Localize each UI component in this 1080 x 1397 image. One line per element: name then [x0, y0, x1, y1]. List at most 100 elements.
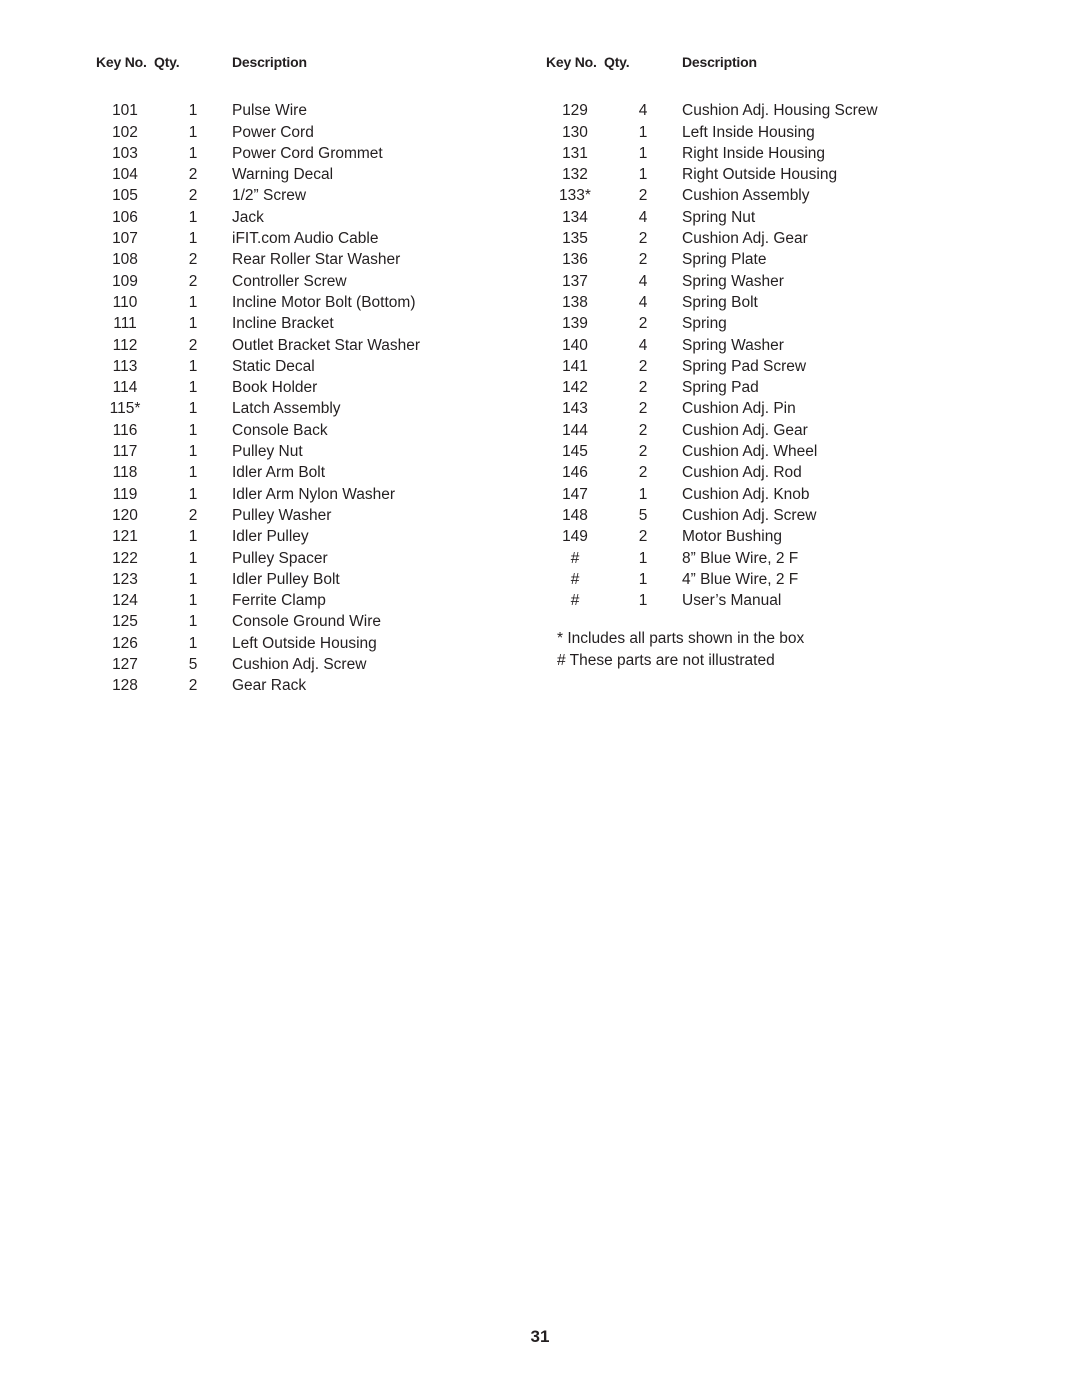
cell-qty: 2	[638, 400, 648, 418]
table-row: 125 1 Console Ground Wire	[96, 611, 546, 632]
table-header-row: Key No. Qty. Description	[96, 52, 546, 100]
cell-description: Left Outside Housing	[232, 634, 377, 652]
cell-key-no: 110	[112, 293, 138, 311]
cell-qty: 1	[188, 230, 198, 248]
cell-description: Warning Decal	[232, 166, 334, 184]
cell-key-no: 120	[112, 506, 138, 524]
cell-key-no: 102	[112, 123, 138, 141]
parts-list-columns: Key No. Qty. Description 101 1 Pulse Wire 1…	[0, 52, 1080, 714]
cell-description: Cushion Adj. Wheel	[682, 443, 818, 461]
cell-key-no: 121	[112, 528, 138, 546]
cell-qty: 2	[638, 443, 648, 461]
table-row: #1 8” Blue Wire, 2 F	[546, 548, 996, 569]
cell-qty: 2	[638, 230, 648, 248]
cell-description: 8” Blue Wire, 2 F	[682, 549, 799, 567]
cell-qty: 1	[188, 421, 198, 439]
cell-description: Pulley Spacer	[232, 549, 328, 567]
parts-list-page: Key No. Qty. Description 101 1 Pulse Wire 1…	[0, 0, 1080, 1397]
cell-qty: 1	[188, 379, 198, 397]
table-row: 124 1 Ferrite Clamp	[96, 590, 546, 611]
cell-key-no: 117	[112, 443, 138, 461]
table-row: 127 5 Cushion Adj. Screw	[96, 654, 546, 675]
column-header-qty: Qty.	[154, 54, 180, 70]
cell-description: Book Holder	[232, 379, 318, 397]
cell-description: Power Cord	[232, 123, 314, 141]
cell-description: Cushion Adj. Knob	[682, 485, 810, 503]
page-number: 31	[530, 1327, 550, 1346]
table-row: 105 2 1/2” Screw	[96, 185, 546, 206]
cell-key-no: 129	[562, 102, 588, 120]
table-row: 148 5 Cushion Adj. Screw	[546, 505, 996, 526]
table-row: 107 1 iFIT.com Audio Cable	[96, 228, 546, 249]
table-row: 113 1 Static Decal	[96, 356, 546, 377]
cell-qty: 5	[188, 656, 198, 674]
cell-description: Spring Plate	[682, 251, 767, 269]
cell-qty: 1	[188, 549, 198, 567]
cell-qty: 1	[638, 123, 648, 141]
cell-description: Console Ground Wire	[232, 613, 382, 631]
table-row: #1 User’s Manual	[546, 590, 996, 611]
table-row: 139 2 Spring	[546, 313, 996, 334]
cell-description: Spring	[682, 315, 727, 333]
table-row: 131 1 Right Inside Housing	[546, 143, 996, 164]
cell-description: User’s Manual	[682, 592, 782, 610]
cell-key-no: 105	[112, 187, 138, 205]
cell-qty: 1	[188, 634, 198, 652]
column-header-description: Description	[232, 54, 307, 70]
footnotes-right: * Includes all parts shown in the box # T…	[546, 628, 996, 671]
table-row: 136 2 Spring Plate	[546, 249, 996, 270]
cell-description: Gear Rack	[232, 677, 307, 695]
cell-description: Cushion Adj. Gear	[682, 230, 808, 248]
cell-description: Spring Pad	[682, 379, 759, 397]
table-row: 135 2 Cushion Adj. Gear	[546, 228, 996, 249]
cell-qty: 1	[188, 485, 198, 503]
table-row: 132 1 Right Outside Housing	[546, 164, 996, 185]
cell-qty: 1	[638, 485, 648, 503]
table-row: 101 1 Pulse Wire	[96, 100, 546, 121]
cell-key-no: 133*	[559, 187, 591, 205]
parts-table-right: Key No. Qty. Description 129 4 Cushion Adj…	[546, 52, 996, 611]
cell-key-no: 141	[562, 357, 588, 375]
cell-qty: 1	[188, 123, 198, 141]
cell-qty: 1	[188, 144, 198, 162]
cell-qty: 2	[638, 187, 648, 205]
table-row: 112 2 Outlet Bracket Star Washer	[96, 335, 546, 356]
table-row: 114 1 Book Holder	[96, 377, 546, 398]
cell-key-no: 114	[112, 379, 138, 397]
table-row: 145 2 Cushion Adj. Wheel	[546, 441, 996, 462]
cell-key-no: 144	[562, 421, 588, 439]
cell-key-no: 118	[112, 464, 138, 482]
cell-key-no: 111	[113, 315, 137, 333]
table-row: #1 4” Blue Wire, 2 F	[546, 569, 996, 590]
cell-description: Idler Pulley	[232, 528, 309, 546]
cell-key-no: 130	[562, 123, 588, 141]
cell-qty: 1	[188, 570, 198, 588]
cell-qty: 1	[188, 528, 198, 546]
cell-qty: 1	[188, 293, 198, 311]
cell-qty: 2	[638, 464, 648, 482]
cell-key-no: 148	[562, 506, 588, 524]
cell-description: Cushion Adj. Screw	[232, 656, 367, 674]
cell-key-no: 119	[112, 485, 138, 503]
cell-key-no: #	[570, 549, 580, 567]
cell-description: 1/2” Screw	[232, 187, 307, 205]
cell-qty: 2	[188, 187, 198, 205]
table-row: 116 1 Console Back	[96, 420, 546, 441]
table-row: 147 1 Cushion Adj. Knob	[546, 484, 996, 505]
cell-description: Spring Washer	[682, 336, 784, 354]
cell-description: Spring Pad Screw	[682, 357, 807, 375]
column-header-qty: Qty.	[604, 54, 630, 70]
cell-key-no: 124	[112, 592, 138, 610]
table-row: 108 2 Rear Roller Star Washer	[96, 249, 546, 270]
table-row: 115* 1 Latch Assembly	[96, 398, 546, 419]
cell-key-no: 125	[112, 613, 138, 631]
cell-description: Console Back	[232, 421, 328, 439]
cell-description: Cushion Adj. Screw	[682, 506, 817, 524]
cell-key-no: 104	[112, 166, 138, 184]
cell-key-no: 135	[562, 230, 588, 248]
cell-key-no: 136	[562, 251, 588, 269]
cell-qty: 4	[638, 336, 648, 354]
cell-key-no: 138	[562, 293, 588, 311]
table-row: 133* 2 Cushion Assembly	[546, 185, 996, 206]
parts-table-body-left: 101 1 Pulse Wire 102 1 Power Cord 103 1 Power Co…	[96, 100, 546, 696]
